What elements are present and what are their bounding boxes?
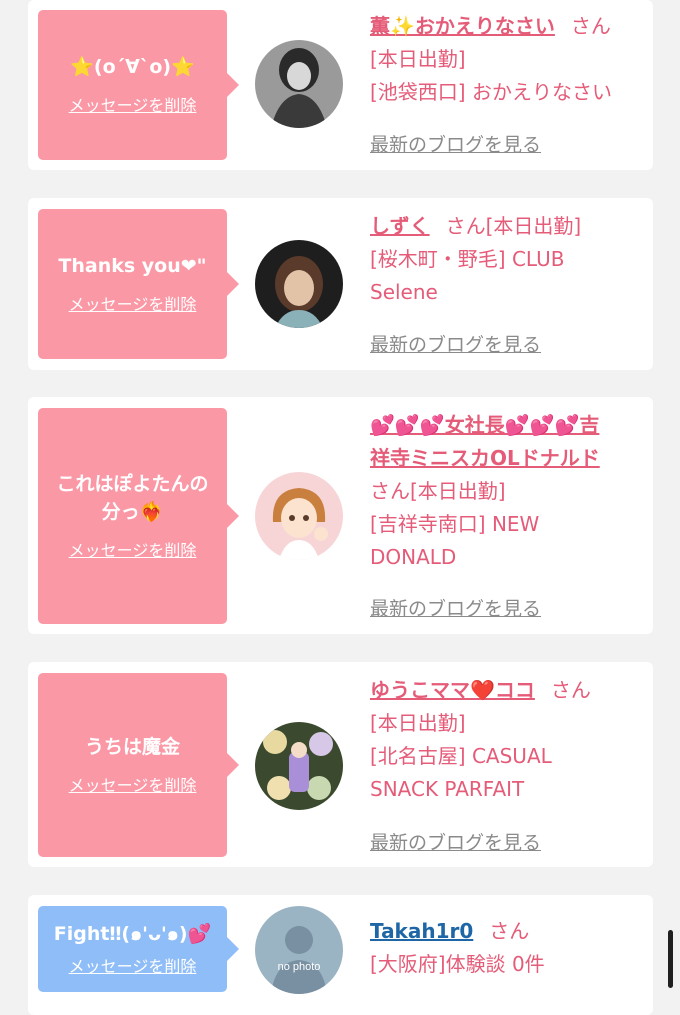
message-text: Thanks you❤" (58, 255, 207, 278)
avatar[interactable] (255, 240, 343, 328)
user-info: Takah1r0 さん [大阪府]体験談 0件 (370, 915, 645, 981)
message-bubble: ⭐(o´∀`o)⭐ メッセージを削除 (38, 10, 239, 160)
avatar[interactable] (255, 472, 343, 560)
user-name-link[interactable]: Takah1r0 (370, 919, 473, 943)
experience-info: [大阪府]体験談 0件 (370, 952, 545, 976)
message-text: これはぽよたんの 分っ❤‍🔥 (56, 473, 209, 523)
no-photo-avatar: no photo (255, 906, 343, 994)
user-info: しずく さん[本日出勤] [桜木町・野毛] CLUB Selene (370, 210, 645, 309)
delete-message-link[interactable]: メッセージを削除 (69, 953, 197, 977)
message-card: これはぽよたんの 分っ❤‍🔥 メッセージを削除 💕💕💕女社長💕💕💕吉 祥寺ミニス… (28, 397, 653, 634)
avatar-photo (255, 722, 343, 810)
user-info: 💕💕💕女社長💕💕💕吉 祥寺ミニスカOLドナルド さん[本日出勤] [吉祥寺南口]… (370, 409, 645, 574)
shop-info: [北名古屋] CASUAL (370, 744, 552, 768)
avatar[interactable] (255, 722, 343, 810)
avatar[interactable]: no photo (255, 906, 343, 994)
message-bubble: Fight‼(๑'ᴗ'๑)💕 メッセージを削除 (38, 906, 239, 992)
shop-name: DONALD (370, 545, 457, 569)
latest-blog-link[interactable]: 最新のブログを見る (370, 828, 541, 855)
avatar-illustration (255, 472, 343, 560)
latest-blog-link[interactable]: 最新のブログを見る (370, 330, 541, 357)
message-text: うちは魔金 (84, 736, 180, 759)
avatar-photo (255, 240, 343, 328)
user-info: ゆうこママ❤️ココ さん [本日出勤] [北名古屋] CASUAL SNACK P… (370, 674, 645, 806)
attendance-status: [本日出勤] (370, 711, 466, 735)
honorific: さん (550, 678, 591, 702)
scrollbar[interactable] (668, 930, 673, 988)
user-name-link-cont[interactable]: 祥寺ミニスカOLドナルド (370, 446, 600, 470)
honorific: さん[本日出勤] (445, 214, 582, 238)
delete-message-link[interactable]: メッセージを削除 (69, 772, 197, 796)
honorific-status: さん[本日出勤] (370, 479, 506, 503)
honorific: さん (570, 14, 611, 38)
message-bubble: うちは魔金 メッセージを削除 (38, 673, 239, 857)
message-bubble: Thanks you❤" メッセージを削除 (38, 209, 239, 359)
no-photo-label: no photo (278, 961, 321, 973)
message-bubble: これはぽよたんの 分っ❤‍🔥 メッセージを削除 (38, 408, 239, 624)
user-name-link[interactable]: 💕💕💕女社長💕💕💕吉 (370, 413, 599, 437)
shop-info: [池袋西口] おかえりなさい (370, 80, 612, 104)
attendance-status: [本日出勤] (370, 47, 466, 71)
message-text: Fight‼(๑'ᴗ'๑)💕 (53, 923, 212, 946)
message-card: Thanks you❤" メッセージを削除 しずく さん[本日出勤] [桜木町・野… (28, 198, 653, 370)
message-card: ⭐(o´∀`o)⭐ メッセージを削除 薫✨おかえりなさい さん [本日出勤] [池… (28, 0, 653, 170)
avatar-photo (255, 40, 343, 128)
message-card: Fight‼(๑'ᴗ'๑)💕 メッセージを削除 no photo Takah1r… (28, 895, 653, 1015)
shop-info: [桜木町・野毛] CLUB (370, 247, 565, 271)
honorific: さん (489, 919, 530, 943)
latest-blog-link[interactable]: 最新のブログを見る (370, 594, 541, 621)
shop-name: SNACK PARFAIT (370, 777, 525, 801)
delete-message-link[interactable]: メッセージを削除 (69, 291, 197, 315)
user-name-link[interactable]: ゆうこママ❤️ココ (370, 678, 535, 702)
delete-message-link[interactable]: メッセージを削除 (69, 92, 197, 116)
avatar[interactable] (255, 40, 343, 128)
user-name-link[interactable]: しずく (370, 214, 430, 238)
shop-info: [吉祥寺南口] NEW (370, 512, 540, 536)
shop-name: Selene (370, 280, 438, 304)
message-card: うちは魔金 メッセージを削除 ゆうこママ❤️ココ さん [本日出勤] [北名古屋]… (28, 662, 653, 867)
user-info: 薫✨おかえりなさい さん [本日出勤] [池袋西口] おかえりなさい (370, 10, 645, 109)
delete-message-link[interactable]: メッセージを削除 (69, 537, 197, 561)
message-text: ⭐(o´∀`o)⭐ (70, 56, 195, 79)
user-name-link[interactable]: 薫✨おかえりなさい (370, 14, 555, 38)
latest-blog-link[interactable]: 最新のブログを見る (370, 130, 541, 157)
